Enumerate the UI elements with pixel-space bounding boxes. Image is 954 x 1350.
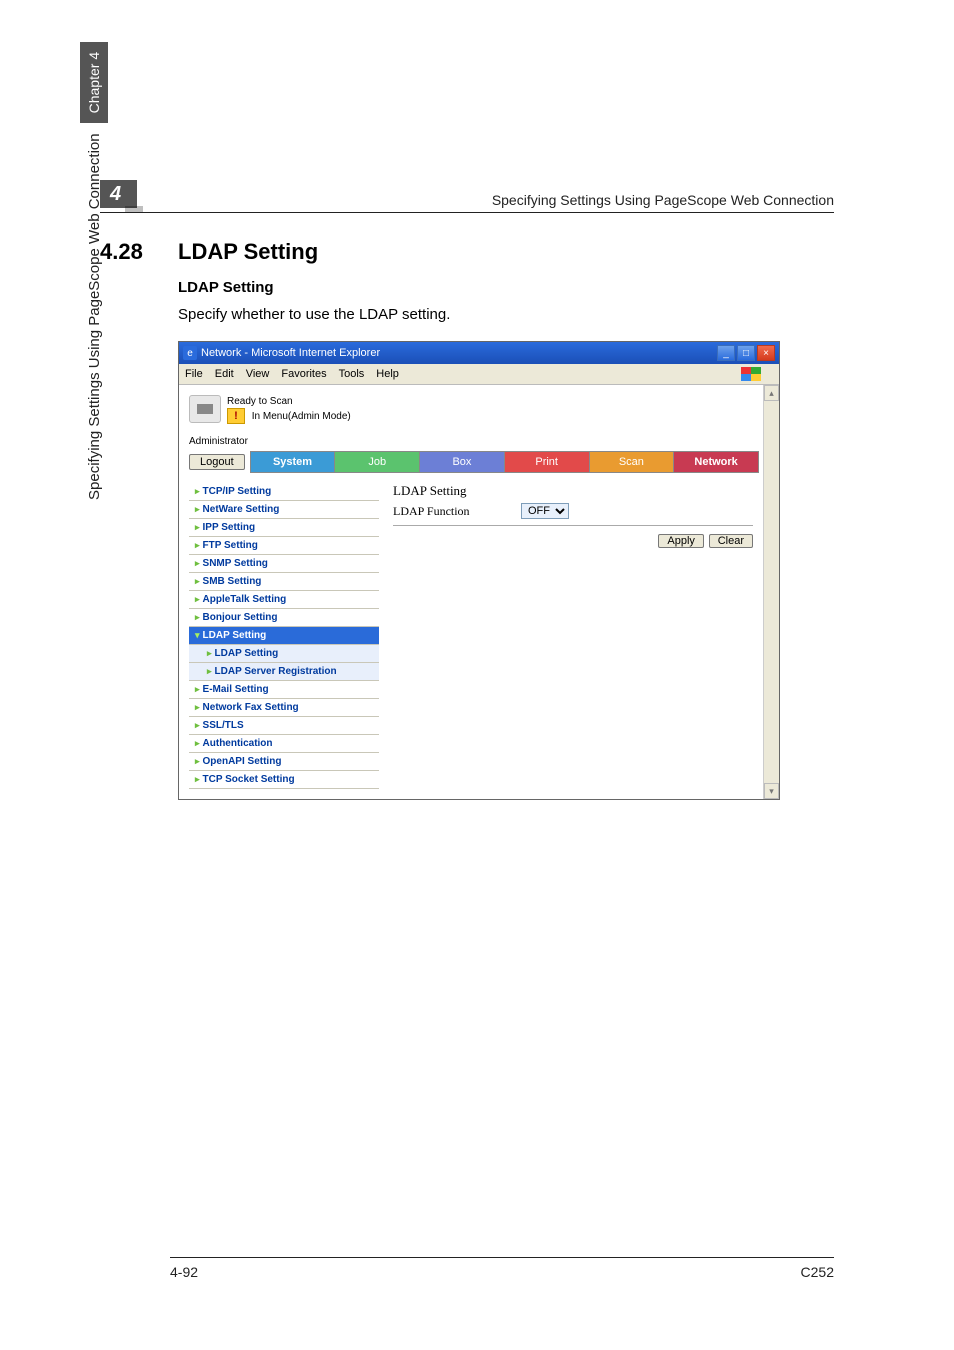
tab-row: Logout System Job Box Print Scan Network [189, 451, 759, 473]
sidebar-item-ssltls[interactable]: SSL/TLS [189, 717, 379, 735]
sidebar-item-netware[interactable]: NetWare Setting [189, 501, 379, 519]
section-title: LDAP Setting [178, 239, 318, 265]
device-status-row: Ready to Scan ! In Menu(Admin Mode) [189, 385, 759, 432]
vertical-scrollbar[interactable]: ▴ ▾ [763, 385, 779, 799]
tab-system[interactable]: System [250, 451, 336, 473]
menu-favorites[interactable]: Favorites [281, 368, 326, 380]
window-title: Network - Microsoft Internet Explorer [201, 347, 380, 359]
section-number: 4.28 [100, 239, 160, 265]
sidebar-item-appletalk[interactable]: AppleTalk Setting [189, 591, 379, 609]
page-footer: 4-92 C252 [170, 1257, 834, 1280]
main-panel: LDAP Setting LDAP Function OFF Apply Cle… [379, 483, 759, 789]
tab-network[interactable]: Network [673, 451, 759, 473]
logout-button[interactable]: Logout [189, 454, 245, 470]
sidebar-item-email[interactable]: E-Mail Setting [189, 681, 379, 699]
sidebar-item-ipp[interactable]: IPP Setting [189, 519, 379, 537]
sidebar-subitem-ldap-setting[interactable]: LDAP Setting [189, 645, 379, 663]
apply-button[interactable]: Apply [658, 534, 704, 548]
sidebar-subitem-ldap-server-reg[interactable]: LDAP Server Registration [189, 663, 379, 681]
body-text: Specify whether to use the LDAP setting. [178, 306, 834, 323]
ldap-function-select[interactable]: OFF [521, 503, 569, 519]
sidebar-item-netfax[interactable]: Network Fax Setting [189, 699, 379, 717]
status-ready: Ready to Scan [227, 395, 351, 408]
footer-model: C252 [801, 1264, 834, 1280]
ldap-function-label: LDAP Function [393, 504, 503, 519]
scroll-up-arrow[interactable]: ▴ [764, 385, 779, 401]
header-title: Specifying Settings Using PageScope Web … [492, 192, 834, 208]
tab-print[interactable]: Print [504, 451, 590, 473]
close-button[interactable]: × [757, 345, 775, 361]
sidebar-item-snmp[interactable]: SNMP Setting [189, 555, 379, 573]
scroll-down-arrow[interactable]: ▾ [764, 783, 779, 799]
settings-sidebar: TCP/IP Setting NetWare Setting IPP Setti… [189, 483, 379, 789]
sidebar-item-ldap[interactable]: LDAP Setting [189, 627, 379, 645]
status-mode: In Menu(Admin Mode) [252, 411, 351, 422]
menu-tools[interactable]: Tools [339, 368, 365, 380]
chapter-number-badge: 4 [100, 180, 137, 208]
footer-page-number: 4-92 [170, 1264, 198, 1280]
sidebar-item-bonjour[interactable]: Bonjour Setting [189, 609, 379, 627]
menu-file[interactable]: File [185, 368, 203, 380]
screenshot-window: e Network - Microsoft Internet Explorer … [178, 341, 780, 800]
ie-icon: e [183, 346, 197, 360]
warning-icon: ! [227, 408, 245, 424]
subsection-heading: LDAP Setting [178, 279, 834, 296]
tab-job[interactable]: Job [334, 451, 420, 473]
side-chapter-badge: Chapter 4 [80, 42, 108, 123]
page-header: 4 Specifying Settings Using PageScope We… [100, 180, 834, 213]
sidebar-item-tcpip[interactable]: TCP/IP Setting [189, 483, 379, 501]
clear-button[interactable]: Clear [709, 534, 753, 548]
printer-icon [189, 395, 221, 423]
sidebar-item-ftp[interactable]: FTP Setting [189, 537, 379, 555]
sidebar-item-auth[interactable]: Authentication [189, 735, 379, 753]
menu-bar: File Edit View Favorites Tools Help [179, 364, 779, 385]
tab-scan[interactable]: Scan [589, 451, 675, 473]
admin-label: Administrator [189, 436, 759, 447]
tab-box[interactable]: Box [419, 451, 505, 473]
menu-help[interactable]: Help [376, 368, 399, 380]
menu-view[interactable]: View [246, 368, 270, 380]
menu-edit[interactable]: Edit [215, 368, 234, 380]
windows-flag-icon [741, 367, 761, 381]
sidebar-item-openapi[interactable]: OpenAPI Setting [189, 753, 379, 771]
maximize-button[interactable]: □ [737, 345, 755, 361]
panel-title: LDAP Setting [393, 483, 753, 499]
window-titlebar: e Network - Microsoft Internet Explorer … [179, 342, 779, 364]
divider [393, 525, 753, 526]
sidebar-item-smb[interactable]: SMB Setting [189, 573, 379, 591]
sidebar-item-tcpsocket[interactable]: TCP Socket Setting [189, 771, 379, 789]
minimize-button[interactable]: _ [717, 345, 735, 361]
